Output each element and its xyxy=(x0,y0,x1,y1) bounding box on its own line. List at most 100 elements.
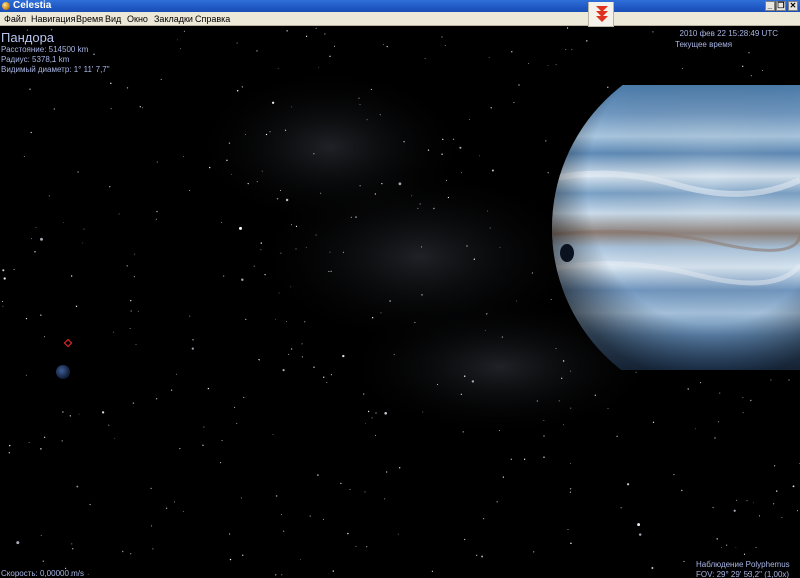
star xyxy=(118,213,120,215)
planet-polyphemus xyxy=(552,85,800,370)
star xyxy=(486,313,488,315)
star xyxy=(366,546,368,548)
star xyxy=(742,397,744,399)
star xyxy=(137,310,139,312)
star xyxy=(358,97,360,99)
star xyxy=(322,376,325,378)
star xyxy=(340,482,342,485)
star xyxy=(139,106,141,108)
star xyxy=(736,499,737,501)
star xyxy=(35,227,37,229)
star xyxy=(528,62,529,64)
star xyxy=(179,48,181,50)
star xyxy=(483,518,485,520)
star xyxy=(256,50,258,52)
star xyxy=(386,45,388,48)
star xyxy=(110,108,112,110)
menu-file[interactable]: Файл xyxy=(3,12,27,26)
star xyxy=(177,39,178,41)
menu-help[interactable]: Справка xyxy=(194,12,231,26)
star xyxy=(420,246,423,248)
star xyxy=(788,379,790,381)
star xyxy=(422,411,424,413)
star xyxy=(305,35,308,37)
collapse-toolbar-button[interactable] xyxy=(588,2,614,27)
menu-navigation[interactable]: Навигация xyxy=(30,12,76,26)
star xyxy=(342,354,345,358)
star xyxy=(695,428,696,430)
star xyxy=(78,413,80,415)
star xyxy=(108,424,110,426)
star xyxy=(155,218,157,220)
star xyxy=(531,272,533,274)
star xyxy=(23,156,25,158)
star xyxy=(359,104,361,106)
star xyxy=(83,228,85,230)
star xyxy=(424,58,426,59)
star xyxy=(555,64,557,66)
star xyxy=(742,65,744,67)
star xyxy=(375,434,376,436)
star xyxy=(329,251,331,253)
star xyxy=(247,183,249,185)
star xyxy=(189,315,191,317)
star xyxy=(513,101,515,104)
star xyxy=(735,546,737,548)
star xyxy=(463,375,466,377)
star xyxy=(276,198,279,200)
star xyxy=(305,246,307,248)
star xyxy=(681,489,683,492)
star xyxy=(484,330,486,331)
menu-window[interactable]: Окно xyxy=(126,12,149,26)
star xyxy=(421,294,423,296)
star xyxy=(371,317,374,319)
star xyxy=(315,27,317,29)
star xyxy=(179,448,181,450)
star xyxy=(326,382,328,383)
star xyxy=(411,195,413,197)
star xyxy=(234,406,236,408)
star xyxy=(607,407,609,410)
star xyxy=(393,354,395,355)
close-button[interactable]: ✕ xyxy=(788,1,798,11)
star xyxy=(397,533,399,535)
star xyxy=(349,489,351,490)
star xyxy=(442,138,444,141)
star xyxy=(70,275,73,277)
star xyxy=(279,189,282,191)
simulation-datetime: 2010 фев 22 15:28:49 UTC xyxy=(679,29,778,38)
star xyxy=(231,173,233,175)
star xyxy=(129,299,132,302)
menu-time[interactable]: Время xyxy=(75,12,104,26)
star xyxy=(220,462,222,464)
star xyxy=(543,435,545,437)
star xyxy=(223,275,225,277)
selected-object-name: Пандора xyxy=(1,30,55,45)
star xyxy=(330,374,332,376)
star xyxy=(547,65,549,66)
star xyxy=(229,533,231,535)
star xyxy=(638,533,642,536)
star xyxy=(725,544,728,546)
star xyxy=(743,553,746,555)
star xyxy=(48,195,50,197)
star xyxy=(436,383,439,386)
star xyxy=(2,300,4,302)
star xyxy=(309,515,311,517)
star xyxy=(586,40,588,42)
menu-view[interactable]: Вид xyxy=(104,12,122,26)
star xyxy=(570,407,572,409)
star xyxy=(324,33,326,35)
fov-readout: FOV: 29° 29' 53,2" (1,00x) xyxy=(696,570,790,578)
star xyxy=(31,238,33,240)
star xyxy=(332,570,334,572)
maximize-button[interactable]: ❐ xyxy=(776,1,786,11)
star xyxy=(29,88,31,90)
double-chevron-down-icon xyxy=(596,6,608,22)
menu-bookmarks[interactable]: Закладки xyxy=(153,12,194,26)
star xyxy=(221,221,223,223)
star xyxy=(318,66,319,68)
minimize-button[interactable]: _ xyxy=(765,1,775,11)
star xyxy=(42,560,44,562)
star xyxy=(151,525,153,527)
